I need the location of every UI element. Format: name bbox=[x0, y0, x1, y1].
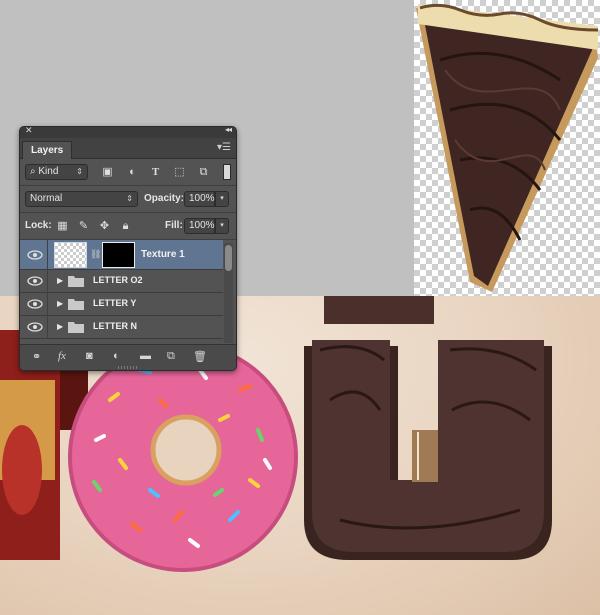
divider bbox=[47, 240, 48, 269]
mask-icon[interactable]: ◙ bbox=[86, 350, 93, 362]
fx-icon[interactable]: fx bbox=[58, 350, 66, 362]
updown-arrow-icon: ⇕ bbox=[126, 194, 133, 203]
expand-arrow-icon[interactable]: ▶ bbox=[57, 276, 63, 285]
tab-layers[interactable]: Layers bbox=[22, 141, 73, 159]
trash-icon[interactable]: 🗑︎ bbox=[193, 350, 207, 363]
top-block bbox=[324, 296, 434, 324]
filter-kind-value: Kind bbox=[38, 166, 59, 177]
lock-transparency-icon[interactable]: ▦ bbox=[55, 219, 70, 233]
layer-thumbnail[interactable] bbox=[54, 242, 87, 268]
type-filter-icon[interactable]: T bbox=[148, 165, 163, 179]
filter-kind-select[interactable]: ⌕ Kind ⇕ bbox=[25, 164, 88, 180]
folder-icon bbox=[68, 299, 84, 310]
eye-icon[interactable] bbox=[27, 322, 43, 332]
eye-icon[interactable] bbox=[27, 299, 43, 309]
collapse-icon[interactable]: ◂◂ bbox=[225, 127, 232, 134]
layer-mask-thumbnail[interactable] bbox=[102, 242, 135, 268]
divider bbox=[47, 270, 48, 292]
layer-row[interactable]: ▶ LETTER N bbox=[20, 316, 223, 339]
layer-row[interactable]: ▶ LETTER O2 bbox=[20, 270, 223, 293]
filter-toggle[interactable] bbox=[223, 164, 231, 180]
layer-name[interactable]: LETTER O2 bbox=[93, 275, 143, 285]
opacity-label: Opacity: bbox=[144, 193, 185, 204]
blend-mode-value: Normal bbox=[30, 193, 63, 204]
blend-mode-select[interactable]: Normal ⇕ bbox=[25, 191, 138, 207]
eye-icon[interactable] bbox=[27, 250, 43, 260]
blend-row: Normal ⇕ Opacity: 100% ▾ bbox=[20, 186, 236, 213]
expand-arrow-icon[interactable]: ▶ bbox=[57, 299, 63, 308]
donut bbox=[68, 342, 298, 572]
layers-panel[interactable]: ✕ ◂◂ Layers ▾☰ ⌕ Kind ⇕ ▣ ◐ T ⬚ ⧉ Normal… bbox=[19, 126, 237, 371]
expand-arrow-icon[interactable]: ▶ bbox=[57, 322, 63, 331]
panel-tabs: Layers ▾☰ bbox=[20, 138, 236, 159]
filter-row: ⌕ Kind ⇕ ▣ ◐ T ⬚ ⧉ bbox=[20, 159, 236, 186]
cake-slice bbox=[416, 3, 599, 292]
layer-name[interactable]: LETTER Y bbox=[93, 298, 136, 308]
eye-icon[interactable] bbox=[27, 276, 43, 286]
adjustment-icon[interactable]: ◐ bbox=[113, 350, 120, 362]
lock-pixels-icon[interactable]: ✎ bbox=[76, 219, 91, 233]
layers-bottom-toolbar: ⚭ fx ◙ ◐ ▬ ⧉ 🗑︎ bbox=[20, 344, 236, 370]
group-icon[interactable]: ▬ bbox=[140, 350, 151, 362]
lock-label: Lock: bbox=[25, 220, 52, 231]
link-icon[interactable]: ⚭ bbox=[32, 350, 41, 363]
scrollbar-thumb[interactable] bbox=[225, 245, 232, 271]
layer-name[interactable]: LETTER N bbox=[93, 321, 137, 331]
panel-menu-icon[interactable]: ▾☰ bbox=[217, 142, 231, 153]
chain-link-icon[interactable]: ⛓︎ bbox=[90, 249, 101, 260]
new-layer-icon[interactable]: ⧉ bbox=[167, 350, 175, 363]
layer-row[interactable]: ⛓︎ Texture 1 bbox=[20, 240, 223, 270]
updown-arrow-icon: ⇕ bbox=[76, 167, 83, 176]
panel-titlebar[interactable]: ✕ ◂◂ bbox=[20, 127, 236, 138]
layer-row[interactable]: ▶ LETTER Y bbox=[20, 293, 223, 316]
letter-u bbox=[304, 340, 552, 560]
layers-scrollbar[interactable] bbox=[224, 243, 233, 343]
smart-object-filter-icon[interactable]: ⧉ bbox=[196, 165, 211, 179]
opacity-input[interactable]: 100% bbox=[184, 191, 215, 207]
opacity-dropdown-icon[interactable]: ▾ bbox=[215, 191, 229, 207]
image-filter-icon[interactable]: ▣ bbox=[100, 165, 115, 179]
resize-grip[interactable] bbox=[118, 366, 138, 369]
fill-dropdown-icon[interactable]: ▾ bbox=[215, 218, 229, 234]
folder-icon bbox=[68, 322, 84, 333]
fill-label: Fill: bbox=[165, 220, 183, 231]
layer-name[interactable]: Texture 1 bbox=[141, 249, 185, 260]
shape-filter-icon[interactable]: ⬚ bbox=[172, 165, 187, 179]
divider bbox=[47, 316, 48, 338]
adjustment-filter-icon[interactable]: ◐ bbox=[125, 165, 140, 179]
folder-icon bbox=[68, 276, 84, 287]
lock-row: Lock: ▦ ✎ ✥ 🔒︎ Fill: 100% ▾ bbox=[20, 213, 236, 240]
layer-list: ⛓︎ Texture 1 ▶ LETTER O2 ▶ LETTER Y ▶ LE… bbox=[20, 240, 223, 339]
close-icon[interactable]: ✕ bbox=[25, 127, 33, 136]
lock-all-icon[interactable]: 🔒︎ bbox=[118, 219, 133, 233]
lock-position-icon[interactable]: ✥ bbox=[97, 219, 112, 233]
divider bbox=[47, 293, 48, 315]
fill-input[interactable]: 100% bbox=[184, 218, 215, 234]
